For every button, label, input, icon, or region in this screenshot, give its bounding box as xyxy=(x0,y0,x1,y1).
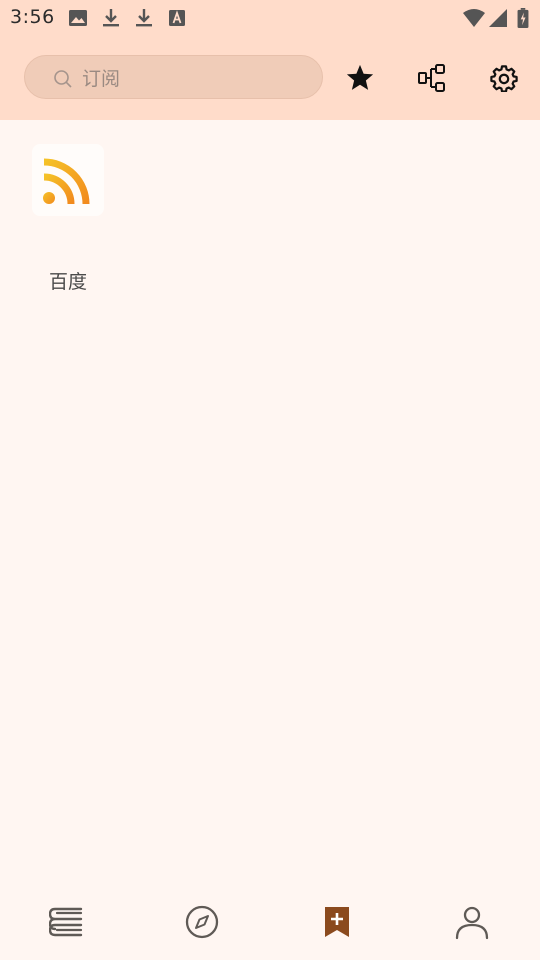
status-bar: 3:56 xyxy=(0,0,540,38)
person-icon xyxy=(455,906,489,940)
nav-profile[interactable] xyxy=(452,902,492,942)
rule-source-icon xyxy=(418,64,445,92)
subscription-item[interactable]: 百度 xyxy=(20,144,116,293)
nav-bookshelf[interactable] xyxy=(47,902,87,942)
battery-charging-icon xyxy=(517,8,529,28)
subscription-icon-box xyxy=(32,144,104,216)
compass-discover-icon xyxy=(185,905,219,939)
search-icon xyxy=(54,70,72,88)
image-icon xyxy=(69,10,87,26)
star-icon xyxy=(346,64,374,90)
status-time: 3:56 xyxy=(10,6,55,28)
search-input[interactable] xyxy=(80,65,304,93)
signal-icon xyxy=(489,9,507,27)
download-icon xyxy=(136,9,152,27)
download-icon xyxy=(103,9,119,27)
settings-gear-icon xyxy=(490,65,518,92)
subscription-label: 百度 xyxy=(48,271,87,293)
wifi-icon xyxy=(463,9,485,27)
settings-button[interactable] xyxy=(488,62,520,94)
header: 3:56 xyxy=(0,0,540,120)
font-icon xyxy=(169,10,185,26)
rss-icon xyxy=(43,158,90,205)
bookshelf-icon xyxy=(49,907,83,937)
rule-source-button[interactable] xyxy=(416,62,448,94)
bottom-navigation xyxy=(0,880,540,960)
search-bar[interactable] xyxy=(24,55,323,99)
bookmark-add-icon xyxy=(325,907,349,937)
subscription-grid: 百度 xyxy=(0,120,540,880)
favorites-button[interactable] xyxy=(344,62,376,94)
nav-discover[interactable] xyxy=(182,902,222,942)
nav-subscriptions[interactable] xyxy=(317,902,357,942)
